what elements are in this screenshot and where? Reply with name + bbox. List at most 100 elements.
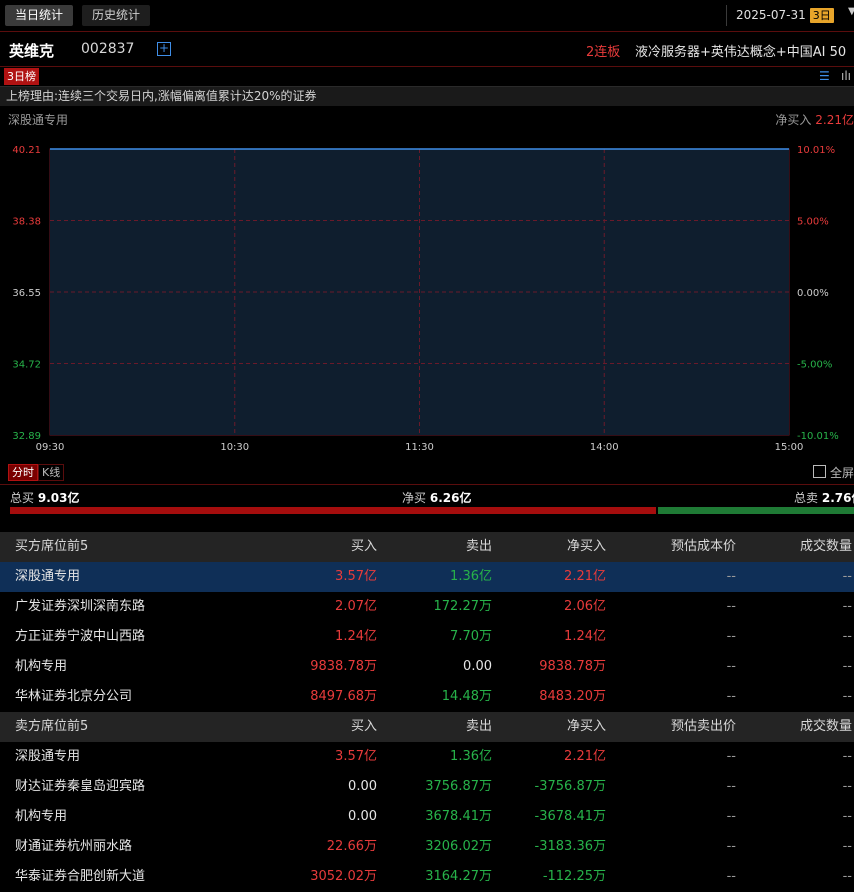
bar-chart-icon[interactable]: ılı [841, 69, 851, 83]
cell-vol: -- [842, 749, 852, 764]
table-row[interactable]: 方正证券宁波中山西路 1.24亿 7.70万 1.24亿 -- -- [0, 622, 854, 652]
cell-buy: 8497.68万 [310, 689, 377, 704]
y-tick-left: 38.38 [12, 217, 41, 228]
table-row[interactable]: 财通证券杭州丽水路 22.66万 3206.02万 -3183.36万 -- -- [0, 832, 854, 862]
tab-today-stats[interactable]: 当日统计 [5, 5, 74, 26]
column-header[interactable]: 成交数量 [800, 532, 852, 562]
table-row[interactable]: 广发证券深圳深南东路 2.07亿 172.27万 2.06亿 -- -- [0, 592, 854, 622]
total-buy-label: 总买 [10, 491, 35, 505]
x-tick: 11:30 [405, 442, 434, 453]
cell-name: 机构专用 [15, 809, 68, 824]
cell-buy: 1.24亿 [335, 629, 377, 644]
rank-badge[interactable]: 3日榜 [4, 68, 39, 85]
cell-cost: -- [726, 779, 736, 794]
buy-sell-summary: 总买 9.03亿 净买 6.26亿 总卖 2.76亿 [0, 484, 854, 509]
cell-sell: 172.27万 [433, 599, 493, 614]
table-row[interactable]: 华泰证券合肥创新大道 3052.02万 3164.27万 -112.25万 -- -- [0, 862, 854, 892]
net-buy-total-label: 净买 [402, 491, 427, 505]
cell-sell: 3164.27万 [425, 869, 492, 884]
cell-name: 深股通专用 [15, 569, 81, 584]
cell-name: 华林证券北京分公司 [15, 689, 133, 704]
column-header[interactable]: 预估卖出价 [671, 712, 736, 742]
table-row[interactable]: 深股通专用 3.57亿 1.36亿 2.21亿 -- -- [0, 742, 854, 772]
cell-buy: 3.57亿 [335, 749, 377, 764]
net-buy-total: 净买 6.26亿 [402, 489, 471, 506]
column-header[interactable]: 净买入 [567, 532, 606, 562]
x-tick: 15:00 [775, 442, 804, 453]
cell-cost: -- [726, 839, 736, 854]
cell-buy: 22.66万 [326, 839, 377, 854]
chevron-down-icon[interactable]: ▼ [848, 6, 854, 17]
cell-vol: -- [842, 599, 852, 614]
cell-buy: 3.57亿 [335, 569, 377, 584]
cell-net: 2.21亿 [564, 569, 606, 584]
cell-sell: 3756.87万 [425, 779, 492, 794]
rank-row: 3日榜 ☰ ılı [0, 67, 854, 87]
selected-seat-label: 深股通专用 [8, 113, 69, 127]
cell-vol: -- [842, 779, 852, 794]
y-tick-left: 36.55 [12, 288, 41, 299]
period-badge[interactable]: 3日 [809, 8, 834, 23]
cell-sell: 3678.41万 [425, 809, 492, 824]
cell-cost: -- [726, 869, 736, 884]
column-header[interactable]: 成交数量 [800, 712, 852, 742]
table-row[interactable]: 深股通专用 3.57亿 1.36亿 2.21亿 -- -- [0, 562, 854, 592]
x-tick: 14:00 [590, 442, 619, 453]
column-header[interactable]: 预估成本价 [671, 532, 736, 562]
column-header[interactable]: 买入 [351, 532, 377, 562]
buy-seats-table: 买方席位前5 买入 卖出 净买入 预估成本价 成交数量 深股通专用 3.57亿 1.36亿 2.2… [0, 532, 854, 712]
total-sell: 总卖 2.76亿 [794, 489, 854, 506]
cell-name: 深股通专用 [15, 749, 81, 764]
cell-sell: 0.00 [463, 659, 492, 674]
column-header: 卖方席位前5 [15, 719, 89, 734]
list-view-icon[interactable]: ☰ [819, 69, 830, 83]
limit-up-tag: 2连板 [586, 45, 621, 60]
fullscreen-button[interactable]: 全屏 [812, 464, 854, 481]
buy-sell-ratio-bar [10, 507, 854, 514]
cell-vol: -- [842, 689, 852, 704]
tab-kline[interactable]: K线 [38, 464, 65, 481]
column-header[interactable]: 净买入 [567, 712, 606, 742]
tab-timeshare[interactable]: 分时 [8, 464, 38, 481]
sell-seats-table: 卖方席位前5 买入 卖出 净买入 预估卖出价 成交数量 深股通专用 3.57亿 1.36亿 2.2… [0, 712, 854, 892]
x-tick: 10:30 [220, 442, 249, 453]
table-header: 买方席位前5 买入 卖出 净买入 预估成本价 成交数量 [0, 532, 854, 562]
chart-mode-tabs: 分时 K线 [8, 464, 65, 481]
cell-net: 1.24亿 [564, 629, 606, 644]
total-buy-value: 9.03亿 [37, 491, 80, 505]
y-tick-left: 40.21 [12, 145, 41, 156]
add-watchlist-icon[interactable]: + [157, 42, 171, 56]
cell-name: 机构专用 [15, 659, 68, 674]
cell-net: 8483.20万 [539, 689, 606, 704]
cell-cost: -- [726, 809, 736, 824]
tab-history-stats[interactable]: 历史统计 [82, 5, 151, 26]
table-header: 卖方席位前5 买入 卖出 净买入 预估卖出价 成交数量 [0, 712, 854, 742]
cell-cost: -- [726, 569, 736, 584]
cell-name: 广发证券深圳深南东路 [15, 599, 146, 614]
intraday-chart[interactable]: 40.21 38.38 36.55 34.72 32.89 10.01% 5.00% 0.00… [0, 138, 854, 458]
cell-sell: 14.48万 [441, 689, 492, 704]
stock-header: 英维克 002837 + 2连板 液冷服务器+英伟达概念+中国AI 50 [0, 32, 854, 67]
column-header[interactable]: 卖出 [466, 712, 492, 742]
cell-cost: -- [726, 629, 736, 644]
cell-buy: 0.00 [348, 779, 377, 794]
cell-vol: -- [842, 629, 852, 644]
cell-buy: 9838.78万 [310, 659, 377, 674]
y-tick-right: -5.00% [797, 360, 832, 371]
y-tick-right: 0.00% [797, 288, 829, 299]
table-row[interactable]: 机构专用 0.00 3678.41万 -3678.41万 -- -- [0, 802, 854, 832]
column-header[interactable]: 买入 [351, 712, 377, 742]
table-row[interactable]: 华林证券北京分公司 8497.68万 14.48万 8483.20万 -- -- [0, 682, 854, 712]
cell-name: 华泰证券合肥创新大道 [15, 869, 146, 884]
cell-buy: 0.00 [348, 809, 377, 824]
cell-cost: -- [726, 689, 736, 704]
x-tick: 09:30 [36, 442, 65, 453]
column-header[interactable]: 卖出 [466, 532, 492, 562]
table-row[interactable]: 财达证券秦皇岛迎宾路 0.00 3756.87万 -3756.87万 -- -- [0, 772, 854, 802]
net-buy-value: 2.21亿 [815, 113, 854, 127]
sell-ratio-fill [658, 507, 854, 514]
date-selector[interactable]: 2025-07-31 3日 [726, 5, 834, 26]
cell-vol: -- [842, 659, 852, 674]
column-header: 买方席位前5 [15, 539, 89, 554]
table-row[interactable]: 机构专用 9838.78万 0.00 9838.78万 -- -- [0, 652, 854, 682]
